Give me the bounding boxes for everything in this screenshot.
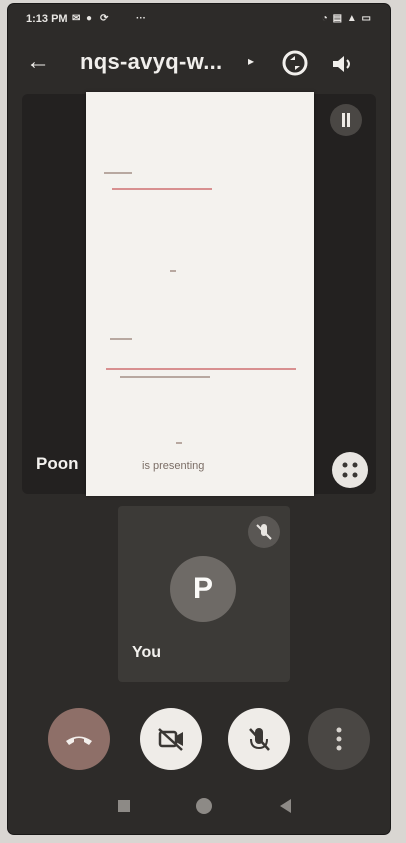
recents-icon[interactable] xyxy=(118,800,130,812)
hang-up-icon xyxy=(66,736,92,745)
tile-options-icon[interactable] xyxy=(332,452,368,488)
data-icon: ▤ xyxy=(332,13,344,24)
status-right-icons: ◔ ▤ ▲ ▭ xyxy=(322,13,372,24)
alarm-icon: ◔ xyxy=(321,13,329,24)
notification-icon: ✉ xyxy=(72,13,81,24)
system-nav-bar xyxy=(8,788,390,828)
self-label: You xyxy=(132,644,162,661)
camera-off-button[interactable] xyxy=(140,708,202,770)
self-mic-muted-icon xyxy=(248,516,280,548)
switch-camera-icon[interactable] xyxy=(280,48,310,78)
remote-participant-name: Poon xyxy=(36,454,79,473)
phone-screen: 1:13 PM ✉ ● ⟳ ··· ◔ ▤ ▲ ▭ ← nqs-avyq-w..… xyxy=(8,4,390,834)
meeting-code-title[interactable]: nqs-avyq-w... xyxy=(80,49,222,75)
more-vertical-icon xyxy=(336,727,342,751)
sync-icon: ⟳ xyxy=(100,13,109,24)
more-dots-icon: ··· xyxy=(136,13,146,24)
mic-off-button[interactable] xyxy=(228,708,290,770)
presenting-caption: is presenting xyxy=(142,460,205,472)
home-icon[interactable] xyxy=(196,798,212,814)
shared-document-preview xyxy=(86,92,314,496)
chevron-right-icon[interactable]: ▸ xyxy=(248,54,254,68)
status-bar: 1:13 PM ✉ ● ⟳ ··· ◔ ▤ ▲ ▭ xyxy=(8,4,390,36)
more-options-button[interactable] xyxy=(308,708,370,770)
signal-icon: ▲ xyxy=(346,13,358,24)
battery-icon: ▭ xyxy=(361,13,372,24)
mic-off-icon xyxy=(249,728,270,751)
remote-mic-muted-icon xyxy=(330,104,362,136)
camera-off-icon xyxy=(158,728,183,751)
call-header: ← nqs-avyq-w... ▸ xyxy=(8,40,390,88)
speaker-icon[interactable] xyxy=(328,50,356,78)
status-time: 1:13 PM xyxy=(26,13,68,25)
chat-icon: ● xyxy=(86,13,93,24)
self-avatar: P xyxy=(170,556,236,622)
back-arrow-icon[interactable]: ← xyxy=(26,48,50,76)
back-icon[interactable] xyxy=(280,799,291,813)
end-call-button[interactable] xyxy=(48,708,110,770)
